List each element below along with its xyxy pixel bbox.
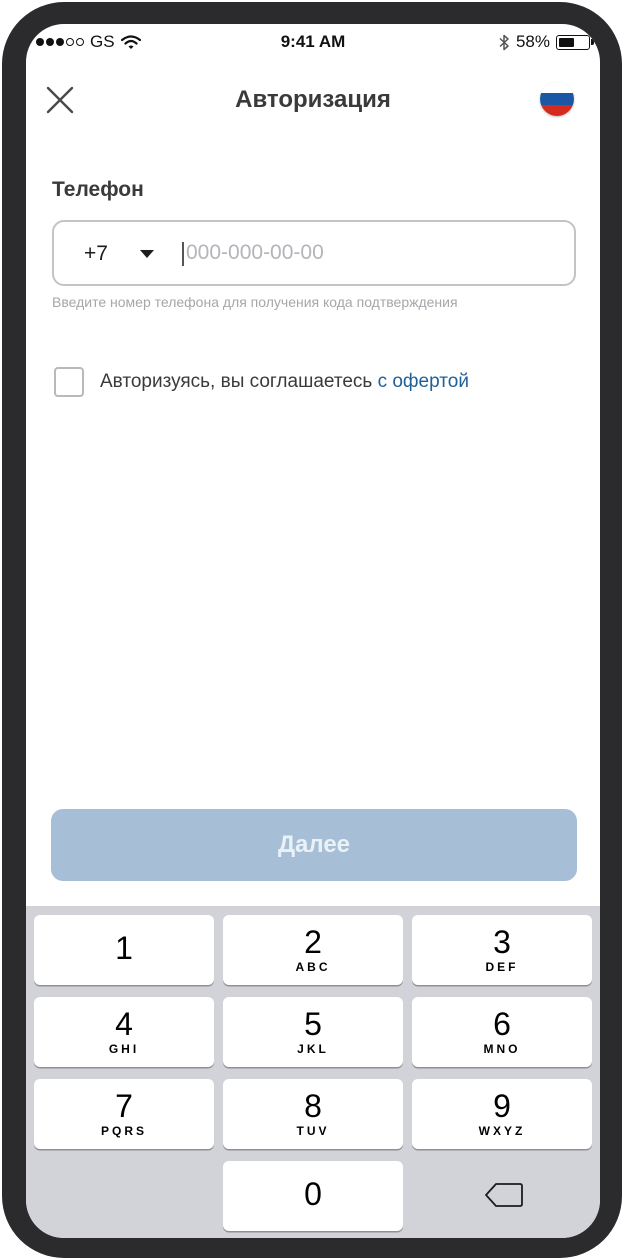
battery-percent: 58% — [515, 32, 550, 51]
key-0[interactable]: 0 — [223, 1161, 403, 1231]
agreement-checkbox[interactable] — [54, 367, 84, 397]
key-2[interactable]: 2 ABC — [223, 915, 403, 985]
russia-flag-icon[interactable] — [540, 82, 574, 116]
key-1[interactable]: 1 — [34, 915, 214, 985]
key-5[interactable]: 5 JKL — [223, 997, 403, 1067]
status-right: 58% — [499, 32, 594, 52]
agreement-text: Авторизуясь, вы соглашаетесь с офертой — [100, 371, 469, 393]
country-code-selector[interactable]: +7 — [84, 242, 108, 266]
screen: GS 9:41 AM 58% Авторизация Телефон +7 00… — [26, 24, 600, 1238]
numeric-keypad: 1 2 ABC 3 DEF 4 GHI 5 JKL 6 MNO 7 PQRS 8… — [26, 906, 600, 1238]
key-8[interactable]: 8 TUV — [223, 1079, 403, 1149]
key-6[interactable]: 6 MNO — [412, 997, 592, 1067]
offer-link[interactable]: с офертой — [378, 371, 469, 392]
device-frame: GS 9:41 AM 58% Авторизация Телефон +7 00… — [2, 2, 622, 1258]
battery-icon — [556, 34, 594, 50]
key-4[interactable]: 4 GHI — [34, 997, 214, 1067]
phone-input[interactable] — [182, 234, 566, 272]
page-title: Авторизация — [235, 86, 391, 113]
text-cursor — [182, 242, 184, 266]
key-3[interactable]: 3 DEF — [412, 915, 592, 985]
phone-hint: Введите номер телефона для получения код… — [52, 294, 458, 310]
key-7[interactable]: 7 PQRS — [34, 1079, 214, 1149]
delete-key[interactable] — [484, 1180, 524, 1210]
phone-label: Телефон — [52, 178, 144, 201]
key-9[interactable]: 9 WXYZ — [412, 1079, 592, 1149]
status-bar: GS 9:41 AM 58% — [26, 24, 600, 60]
phone-field: +7 — [52, 220, 576, 286]
bluetooth-icon — [499, 34, 509, 50]
agreement-label: Авторизуясь, вы соглашаетесь — [100, 371, 378, 392]
next-button[interactable]: Далее — [51, 809, 577, 881]
backspace-icon — [485, 1183, 523, 1207]
chevron-down-icon[interactable] — [140, 250, 154, 258]
